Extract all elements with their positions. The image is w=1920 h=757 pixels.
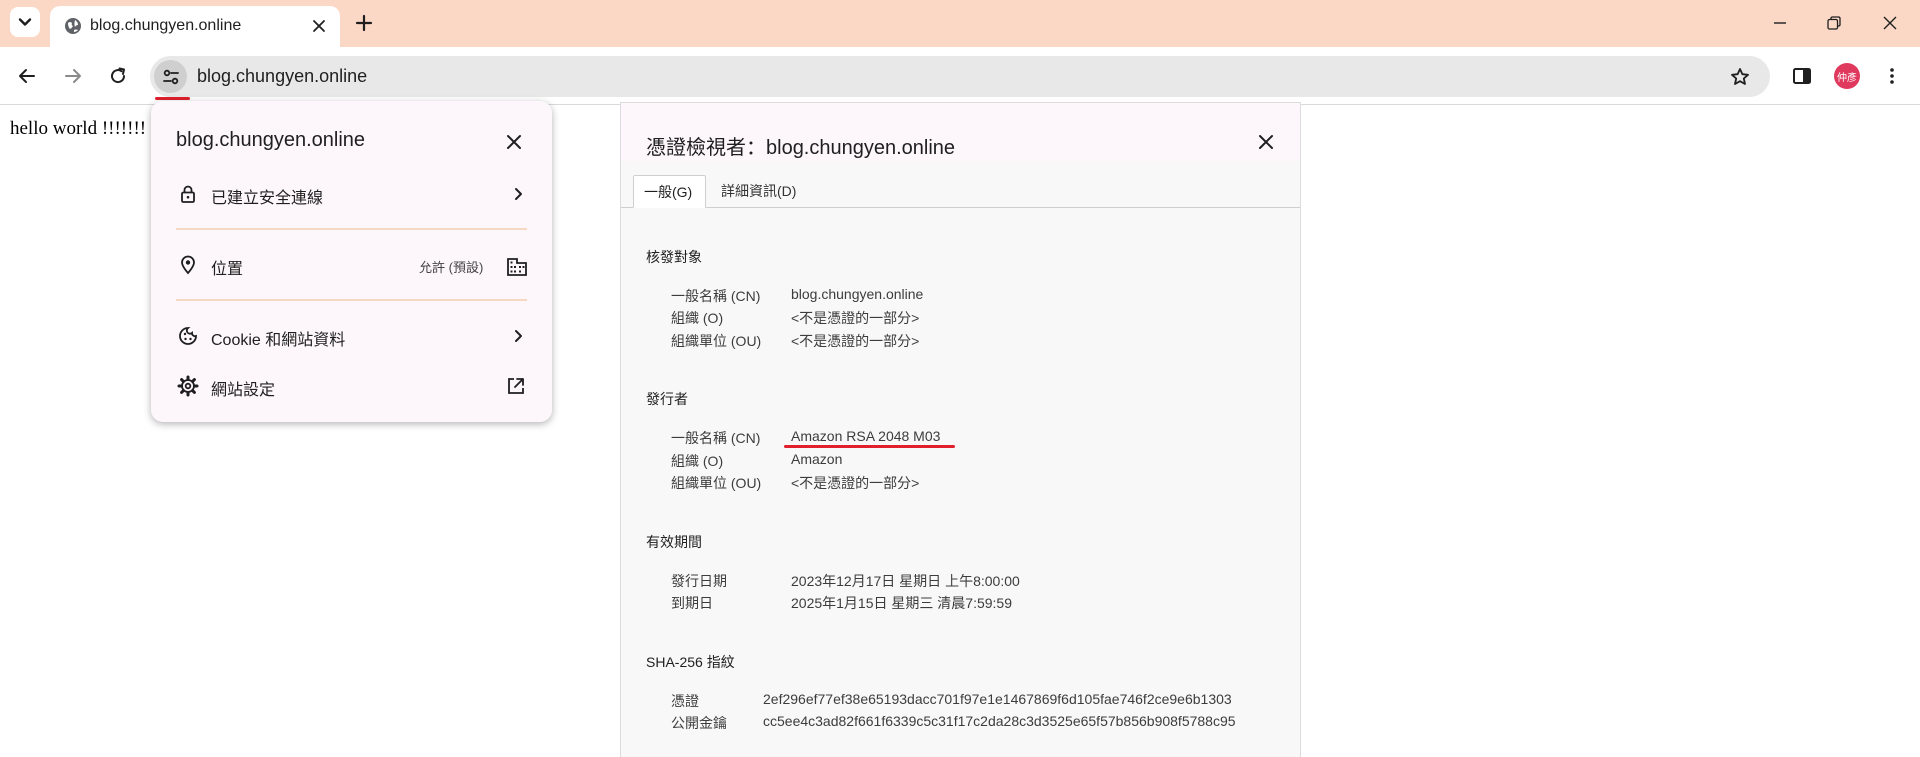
page-body-text: hello world !!!!!!! xyxy=(10,118,147,139)
building-icon xyxy=(505,254,529,278)
cookies-row[interactable]: Cookie 和網站資料 xyxy=(151,316,552,356)
side-panel-icon[interactable] xyxy=(1790,64,1814,88)
annotation-underline xyxy=(155,97,190,100)
certificate-viewer-dialog: 憑證檢視者：blog.chungyen.online 一般(G) 詳細資訊(D)… xyxy=(620,102,1301,757)
connection-secure-row[interactable]: 已建立安全連線 xyxy=(151,174,552,214)
cert-viewer-title: 憑證檢視者：blog.chungyen.online xyxy=(646,137,956,159)
tab-search-button[interactable] xyxy=(10,7,40,37)
field-label: 組織單位 (OU) xyxy=(671,475,762,491)
tab-general[interactable]: 一般(G) xyxy=(633,175,706,208)
address-bar[interactable]: blog.chungyen.online xyxy=(150,56,1770,100)
globe-icon xyxy=(64,17,82,35)
close-icon[interactable] xyxy=(1255,131,1277,153)
close-window-icon[interactable] xyxy=(1862,0,1918,45)
field-label: 組織單位 (OU) xyxy=(671,333,762,349)
field-value: 2025年1月15日 星期三 清晨7:59:59 xyxy=(791,595,1012,611)
field-label: 組織 (O) xyxy=(671,310,724,326)
field-label: 組織 (O) xyxy=(671,453,724,469)
issued-by-title: 發行者 xyxy=(646,391,688,407)
tab-close-icon[interactable] xyxy=(310,17,328,35)
chevron-right-icon xyxy=(507,183,529,205)
validity-title: 有效期間 xyxy=(646,534,702,550)
field-value: Amazon RSA 2048 M03 xyxy=(791,428,941,444)
cert-viewer-header: 憑證檢視者：blog.chungyen.online xyxy=(621,103,1300,161)
chevron-down-icon xyxy=(18,18,32,26)
url-text[interactable]: blog.chungyen.online xyxy=(197,66,367,87)
location-label: 位置 xyxy=(211,261,244,278)
field-value: <不是憑證的一部分> xyxy=(791,475,920,491)
forward-arrow-icon[interactable] xyxy=(61,64,85,88)
field-label: 一般名稱 (CN) xyxy=(671,430,761,446)
gear-icon xyxy=(176,374,200,398)
field-label: 公開金鑰 xyxy=(671,715,727,731)
site-info-popup: blog.chungyen.online 已建立安全連線 位置 允許 (預設) … xyxy=(151,101,552,422)
site-info-button[interactable] xyxy=(154,60,187,93)
field-value: Amazon xyxy=(791,451,843,467)
browser-toolbar: blog.chungyen.online 仲彥 xyxy=(0,47,1920,105)
reload-icon[interactable] xyxy=(106,64,130,88)
popup-title: blog.chungyen.online xyxy=(176,129,366,151)
open-in-new-icon xyxy=(505,375,527,397)
field-label: 發行日期 xyxy=(671,573,727,589)
tab-title: blog.chungyen.online xyxy=(90,17,242,34)
tab-active[interactable]: blog.chungyen.online xyxy=(50,6,340,47)
fingerprints-title: SHA-256 指紋 xyxy=(646,654,735,670)
field-value: blog.chungyen.online xyxy=(791,286,924,302)
chevron-right-icon xyxy=(507,325,529,347)
location-permission-row[interactable]: 位置 允許 (預設) xyxy=(151,245,552,285)
field-label: 一般名稱 (CN) xyxy=(671,288,761,304)
bookmark-star-icon[interactable] xyxy=(1728,65,1752,89)
tab-strip: blog.chungyen.online xyxy=(0,0,1920,47)
field-value: cc5ee4c3ad82f661f6339c5c31f17c2da28c3d35… xyxy=(763,713,1236,729)
field-label: 憑證 xyxy=(671,693,699,709)
close-icon[interactable] xyxy=(503,131,525,153)
annotation-underline xyxy=(784,445,955,448)
divider xyxy=(176,228,527,230)
divider xyxy=(176,299,527,301)
new-tab-icon[interactable] xyxy=(352,11,376,35)
field-label: 到期日 xyxy=(671,595,713,611)
site-settings-row[interactable]: 網站設定 xyxy=(151,366,552,406)
avatar[interactable]: 仲彥 xyxy=(1834,63,1860,89)
tune-icon xyxy=(162,69,179,84)
connection-secure-label: 已建立安全連線 xyxy=(211,190,324,207)
field-value: <不是憑證的一部分> xyxy=(791,333,920,349)
issued-to-title: 核發對象 xyxy=(646,249,702,265)
lock-icon xyxy=(176,182,200,206)
cert-tab-bar: 一般(G) 詳細資訊(D) xyxy=(621,175,1300,208)
field-value: 2ef296ef77ef38e65193dacc701f97e1e1467869… xyxy=(763,691,1232,707)
location-pin-icon xyxy=(176,253,200,277)
restore-icon[interactable] xyxy=(1806,0,1862,45)
minimize-icon[interactable] xyxy=(1752,0,1808,45)
field-value: 2023年12月17日 星期日 上午8:00:00 xyxy=(791,573,1020,589)
field-value: <不是憑證的一部分> xyxy=(791,310,920,326)
cookie-icon xyxy=(176,324,200,348)
cookies-label: Cookie 和網站資料 xyxy=(211,332,346,349)
location-permission-value[interactable]: 允許 (預設) xyxy=(419,257,483,276)
back-arrow-icon[interactable] xyxy=(15,64,39,88)
menu-kebab-icon[interactable] xyxy=(1880,64,1904,88)
site-settings-label: 網站設定 xyxy=(211,382,276,399)
tab-details[interactable]: 詳細資訊(D) xyxy=(711,175,806,208)
